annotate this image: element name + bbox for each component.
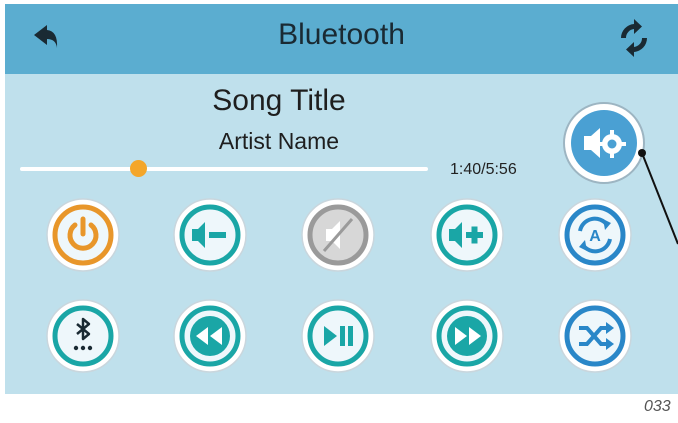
play-pause-button[interactable]	[300, 298, 376, 374]
bluetooth-button[interactable]	[45, 298, 121, 374]
bluetooth-screen: Bluetooth Song Title Artist Name 1:40/5:…	[5, 4, 678, 394]
volume-up-button[interactable]	[429, 197, 505, 273]
previous-button[interactable]	[172, 298, 248, 374]
figure-code: 033	[644, 398, 671, 415]
volume-down-button[interactable]	[172, 197, 248, 273]
auto-mode-button[interactable]: A	[557, 197, 633, 273]
next-button[interactable]	[429, 298, 505, 374]
fast-forward-icon	[447, 316, 487, 356]
svg-text:A: A	[589, 228, 601, 245]
mute-button[interactable]	[300, 197, 376, 273]
rewind-icon	[190, 316, 230, 356]
shuffle-button[interactable]	[557, 298, 633, 374]
power-button[interactable]	[45, 197, 121, 273]
